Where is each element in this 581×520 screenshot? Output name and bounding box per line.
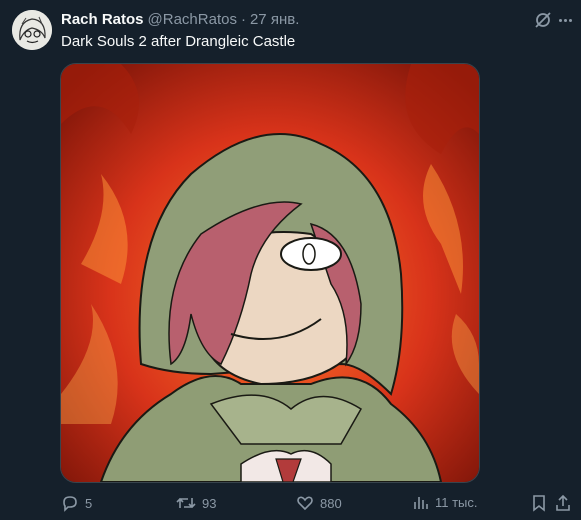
like-button[interactable]: 880 [296,494,342,512]
share-icon [556,494,570,511]
tweet-text: Dark Souls 2 after Drangleic Castle [61,33,296,50]
retweet-icon [176,497,196,509]
more-icon[interactable] [555,10,575,30]
bookmark-button[interactable] [531,494,547,512]
separator-dot: · [240,10,246,28]
bookmark-icon [533,495,545,512]
views-button[interactable]: 11 тыс. [413,494,478,510]
tweet-date[interactable]: 27 янв. [250,11,299,28]
views-icon [414,497,428,509]
retweet-count: 93 [202,495,217,511]
avatar[interactable] [12,10,52,50]
views-count: 11 тыс. [435,494,478,510]
author-handle[interactable]: @RachRatos [148,11,237,28]
reply-button[interactable]: 5 [61,494,92,512]
retweet-button[interactable]: 93 [176,494,216,512]
like-count: 880 [320,495,342,511]
grok-icon[interactable] [533,10,553,30]
tweet-image[interactable] [60,63,480,483]
tweet-header: Rach Ratos @RachRatos · 27 янв. [61,10,299,28]
reply-icon [63,496,77,512]
tweet: Rach Ratos @RachRatos · 27 янв. Dark Sou… [0,0,581,520]
reply-count: 5 [85,495,93,511]
author-name[interactable]: Rach Ratos [61,11,144,28]
like-icon [297,496,313,511]
share-button[interactable] [555,494,571,512]
tweet-actions: 5 93 880 11 тыс. [61,494,571,516]
